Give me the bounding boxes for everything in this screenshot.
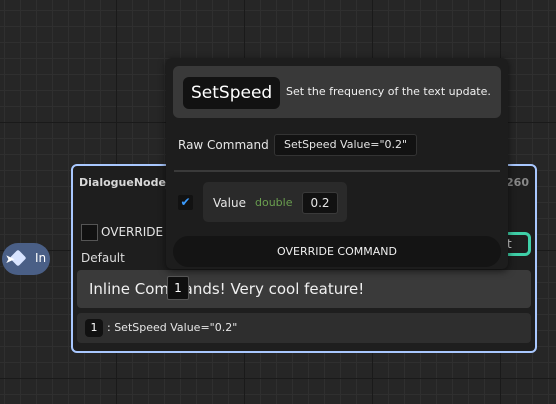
node-title: DialogueNode_: [79, 176, 172, 189]
in-pin-label: In: [35, 251, 47, 265]
command-popup: SetSpeed Set the frequency of the text u…: [166, 58, 508, 269]
checkmark-icon: ✔: [180, 195, 191, 209]
command-description: Set the frequency of the text update.: [286, 85, 491, 98]
output-pin[interactable]: t: [505, 232, 531, 256]
override-checkbox[interactable]: [81, 224, 98, 241]
param-value-input[interactable]: 0.2: [302, 192, 338, 214]
command-index-badge: 1: [85, 319, 103, 337]
inline-text-box[interactable]: Inline Commands! Very cool feature!: [77, 270, 531, 308]
node-id: 260: [506, 176, 529, 189]
default-label: Default: [81, 251, 125, 265]
command-name: SetSpeed: [183, 77, 281, 109]
raw-command-field[interactable]: SetSpeed Value="0.2": [274, 134, 418, 156]
command-header-card: SetSpeed Set the frequency of the text u…: [173, 66, 501, 118]
override-label: OVERRIDE: [101, 225, 164, 239]
in-exec-pin[interactable]: ➤ In: [2, 243, 50, 275]
param-enable-checkbox[interactable]: ✔: [178, 195, 193, 210]
param-name: Value: [213, 196, 246, 210]
arrow-right-icon: ➤: [5, 252, 16, 266]
command-text: : SetSpeed Value="0.2": [107, 321, 238, 334]
divider: [174, 170, 500, 172]
command-list-item[interactable]: 1 : SetSpeed Value="0.2": [77, 313, 531, 343]
inline-text: Inline Commands! Very cool feature!: [89, 280, 365, 298]
param-card: Value double 0.2: [203, 182, 347, 222]
param-type: double: [255, 196, 293, 209]
override-command-button[interactable]: OVERRIDE COMMAND: [173, 236, 501, 267]
inline-command-marker[interactable]: 1: [167, 276, 189, 300]
raw-command-label: Raw Command: [178, 138, 269, 152]
